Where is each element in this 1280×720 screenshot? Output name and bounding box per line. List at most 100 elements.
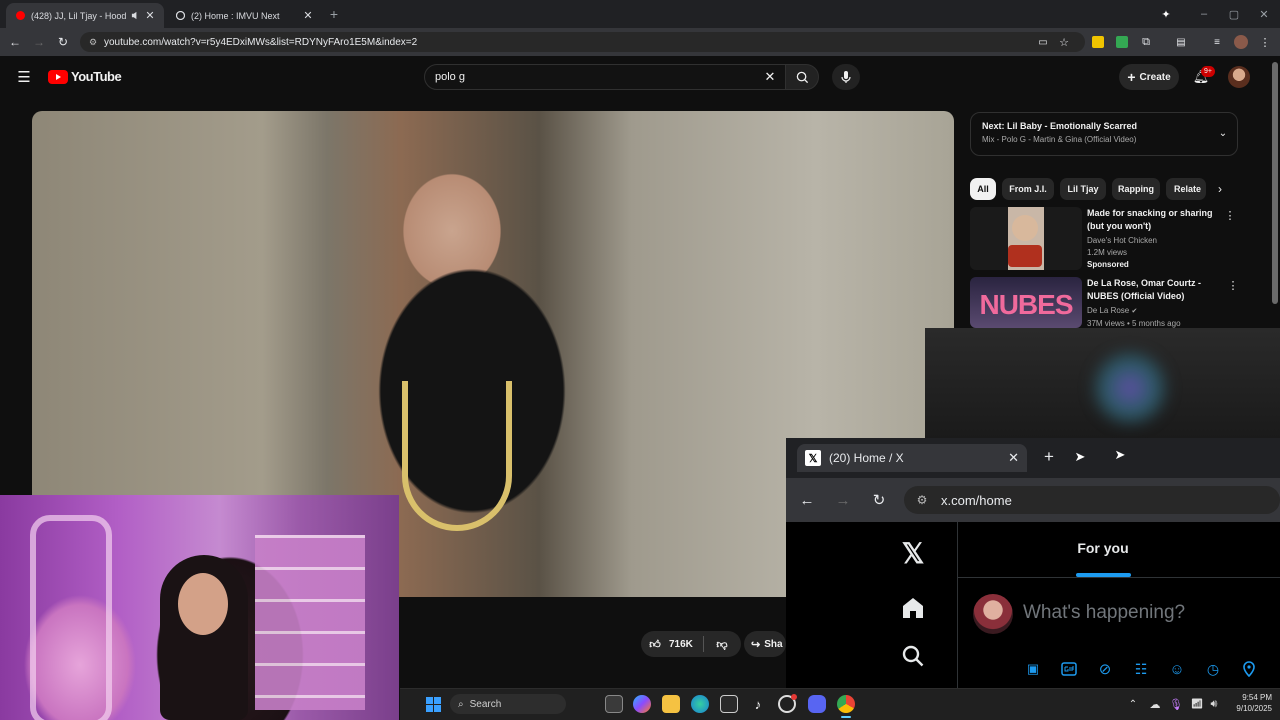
back-arrow-icon[interactable]: ← <box>7 34 23 50</box>
chevron-right-icon[interactable]: › <box>1213 181 1227 197</box>
overlay-glow <box>1085 348 1175 428</box>
create-button[interactable]: + Create <box>1119 64 1179 90</box>
new-tab-plus-icon[interactable]: + <box>326 6 342 22</box>
reload-icon[interactable]: ↻ <box>55 34 71 50</box>
copilot-icon[interactable] <box>633 695 651 713</box>
extensions-puzzle-icon[interactable]: ⧉ <box>1139 35 1153 49</box>
clear-search-icon[interactable]: ✕ <box>762 69 778 85</box>
back-arrow-icon[interactable]: ← <box>798 491 816 509</box>
close-tab-icon[interactable]: ✕ <box>1008 450 1019 466</box>
microphone-icon[interactable]: 🎙︎ <box>1169 697 1183 711</box>
video-thumbnail[interactable]: NUBES <box>970 277 1082 328</box>
close-window-icon[interactable]: ✕ <box>1256 6 1272 22</box>
reading-list-icon[interactable]: ≡ <box>1210 35 1224 49</box>
list-item[interactable]: Made for snacking or sharing (but you wo… <box>1087 207 1222 271</box>
microsoft-store-icon[interactable] <box>720 695 738 713</box>
more-options-icon[interactable]: ⋮ <box>1224 208 1236 222</box>
search-value: polo g <box>435 71 465 83</box>
scrollbar-thumb[interactable] <box>1272 62 1278 304</box>
gemini-sparkle-icon[interactable]: ✦ <box>1158 6 1174 22</box>
tab-for-you[interactable]: For you <box>1050 540 1156 556</box>
like-count[interactable]: 716K <box>669 639 693 650</box>
chip-lil-tjay[interactable]: Lil Tjay <box>1060 178 1106 200</box>
cast-icon[interactable]: ▭ <box>1036 35 1050 49</box>
extension-yellow-icon[interactable] <box>1092 36 1104 48</box>
search-input[interactable]: polo g <box>424 64 786 90</box>
address-url: x.com/home <box>941 492 1012 508</box>
chip-rapping[interactable]: Rapping <box>1112 178 1160 200</box>
tab-title: (20) Home / X <box>829 451 904 465</box>
chevron-down-icon[interactable]: ⌄ <box>1217 127 1229 139</box>
sponsored-label: Sponsored <box>1087 260 1129 269</box>
forward-arrow-icon[interactable]: → <box>834 491 852 509</box>
up-next-panel[interactable]: Next: Lil Baby - Emotionally Scarred Mix… <box>970 112 1238 156</box>
avatar[interactable] <box>973 594 1013 634</box>
speaker-icon[interactable] <box>129 11 141 20</box>
active-app-indicator <box>841 716 851 718</box>
emoji-icon[interactable]: ☺ <box>1168 660 1186 678</box>
chip-from-ji[interactable]: From J.I. <box>1002 178 1054 200</box>
youtube-play-icon <box>48 69 68 84</box>
chrome-icon[interactable] <box>837 695 855 713</box>
file-explorer-icon[interactable] <box>662 695 680 713</box>
site-settings-icon[interactable]: ⚙ <box>914 492 930 508</box>
address-bar[interactable]: ⚙ youtube.com/watch?v=r5y4EDxiMWs&list=R… <box>80 32 1085 52</box>
close-tab-icon[interactable]: ✕ <box>144 9 156 22</box>
chip-all[interactable]: All <box>970 178 996 200</box>
tab-x-home[interactable]: 𝕏 (20) Home / X ✕ <box>797 444 1027 472</box>
tiktok-icon[interactable]: ♪ <box>749 695 767 713</box>
gif-icon[interactable] <box>1060 660 1078 678</box>
video-title-line: Made for snacking or sharing <box>1087 208 1213 218</box>
location-pin-icon[interactable] <box>1240 660 1258 678</box>
discord-icon[interactable] <box>808 695 826 713</box>
mouse-cursor-icon: ➤ <box>1114 447 1126 462</box>
youtube-logo[interactable]: YouTube <box>48 69 122 84</box>
maximize-icon[interactable]: ▢ <box>1226 6 1242 22</box>
thumbs-down-icon[interactable]: 👎︎ <box>714 638 730 651</box>
youtube-favicon-icon <box>14 11 26 20</box>
tab-imvu[interactable]: (2) Home : IMVU Next ✕ <box>166 3 322 28</box>
schedule-icon[interactable]: ◷ <box>1204 660 1222 678</box>
bookmark-star-icon[interactable]: ☆ <box>1057 35 1071 49</box>
search-icon: ⌕ <box>458 698 464 710</box>
site-info-icon[interactable]: ⚙ <box>87 36 99 48</box>
tab-youtube[interactable]: (428) JJ, Lil Tjay - Hood Sc ✕ <box>6 3 164 28</box>
voice-search-button[interactable] <box>832 64 860 90</box>
profile-avatar[interactable] <box>1234 35 1248 49</box>
windows-start-icon[interactable] <box>426 697 441 712</box>
taskbar-clock[interactable]: 9:54 PM 9/10/2025 <box>1222 692 1272 714</box>
image-icon[interactable]: ▣ <box>1024 660 1042 678</box>
video-thumbnail[interactable] <box>970 207 1082 270</box>
extension-green-icon[interactable] <box>1116 36 1128 48</box>
onedrive-cloud-icon[interactable]: ☁ <box>1148 697 1162 711</box>
close-tab-icon[interactable]: ✕ <box>302 9 314 22</box>
reload-icon[interactable]: ↻ <box>870 491 888 509</box>
taskbar-search[interactable]: ⌕ Search <box>450 694 566 714</box>
wifi-icon[interactable]: 📶︎ <box>1190 697 1204 711</box>
chrome-menu-icon[interactable]: ⋮ <box>1258 35 1272 49</box>
task-view-icon[interactable] <box>605 695 623 713</box>
grok-icon[interactable]: ⊘ <box>1096 660 1114 678</box>
sidebar-icon[interactable]: ▤ <box>1174 35 1188 49</box>
thumbs-up-icon[interactable]: 👍︎ <box>641 638 669 651</box>
search-button[interactable] <box>785 64 819 90</box>
hamburger-menu-icon[interactable]: ☰ <box>16 69 32 86</box>
share-button[interactable]: ↪ Sha <box>744 631 786 657</box>
search-icon[interactable] <box>899 643 927 669</box>
forward-arrow-icon[interactable]: → <box>31 34 47 50</box>
video-title-line: De La Rose, Omar Courtz - <box>1087 278 1202 288</box>
account-avatar[interactable] <box>1228 66 1250 88</box>
chip-related[interactable]: Relate <box>1166 178 1206 200</box>
address-bar[interactable]: ⚙ x.com/home <box>904 486 1280 514</box>
show-hidden-icons-chevron-icon[interactable]: ⌃ <box>1127 697 1139 711</box>
list-item[interactable]: De La Rose, Omar Courtz - NUBES (Officia… <box>1087 277 1227 328</box>
more-options-icon[interactable]: ⋮ <box>1227 278 1239 292</box>
new-tab-plus-icon[interactable]: + <box>1040 447 1058 466</box>
edge-icon[interactable] <box>691 695 709 713</box>
x-logo-icon[interactable]: 𝕏 <box>897 537 929 569</box>
home-icon[interactable] <box>899 595 927 621</box>
compose-input[interactable]: What's happening? <box>1023 602 1185 624</box>
poll-icon[interactable]: ☷ <box>1132 660 1150 678</box>
minimize-icon[interactable]: – <box>1196 6 1212 22</box>
volume-icon[interactable]: 🔊︎ <box>1207 697 1221 711</box>
